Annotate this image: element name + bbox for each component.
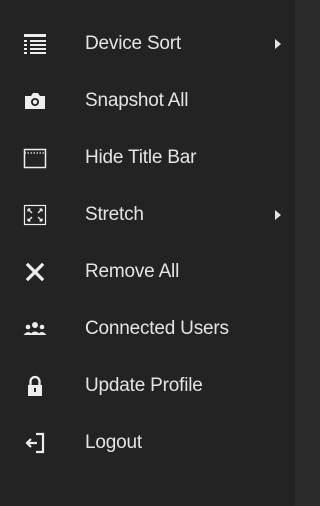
submenu-arrow-icon	[275, 38, 281, 49]
menu-item-remove-all[interactable]: Remove All	[0, 243, 295, 300]
menu-item-hide-title-bar[interactable]: Hide Title Bar	[0, 129, 295, 186]
context-menu: Device Sort Snapshot All Hide Title Bar	[0, 0, 295, 506]
menu-item-label: Snapshot All	[85, 89, 189, 111]
menu-item-label: Connected Users	[85, 317, 229, 339]
stretch-icon	[22, 202, 48, 228]
menu-item-logout[interactable]: Logout	[0, 414, 295, 471]
menu-item-label: Device Sort	[85, 32, 182, 54]
menu-item-label: Stretch	[85, 203, 144, 225]
menu-item-device-sort[interactable]: Device Sort	[0, 15, 295, 72]
list-icon	[22, 31, 48, 57]
users-icon	[22, 316, 48, 342]
menu-item-label: Update Profile	[85, 374, 203, 396]
camera-icon	[22, 88, 48, 114]
submenu-arrow-icon	[275, 209, 281, 220]
menu-item-connected-users[interactable]: Connected Users	[0, 300, 295, 357]
menu-item-label: Remove All	[85, 260, 180, 282]
window-titlebar-icon	[22, 145, 48, 171]
lock-icon	[22, 373, 48, 399]
menu-item-label: Logout	[85, 431, 142, 453]
close-icon	[22, 259, 48, 285]
menu-item-snapshot-all[interactable]: Snapshot All	[0, 72, 295, 129]
logout-icon	[22, 430, 48, 456]
menu-item-stretch[interactable]: Stretch	[0, 186, 295, 243]
menu-item-update-profile[interactable]: Update Profile	[0, 357, 295, 414]
menu-item-label: Hide Title Bar	[85, 146, 197, 168]
